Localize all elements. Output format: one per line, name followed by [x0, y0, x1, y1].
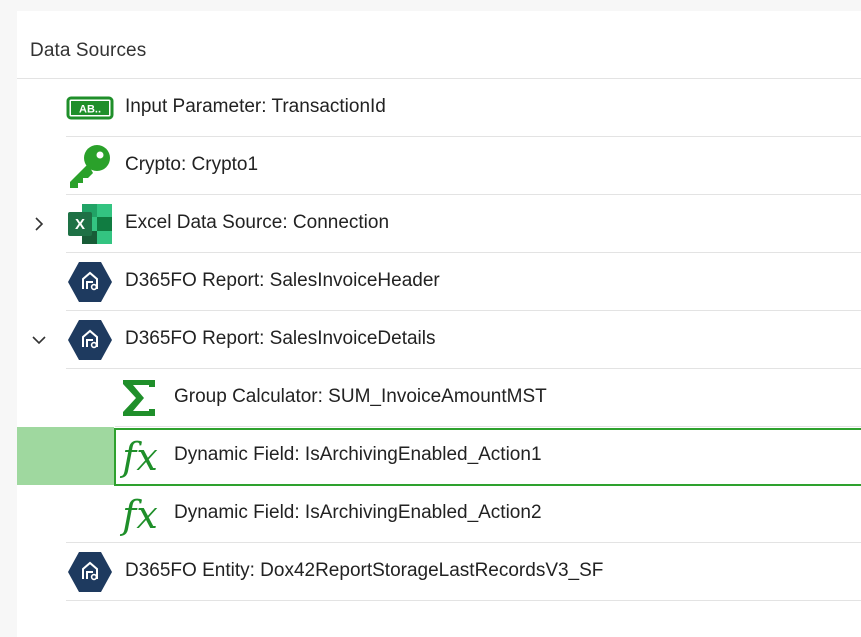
tree-item-label: Input Parameter: TransactionId [125, 96, 386, 117]
d365-report-icon [66, 258, 114, 306]
text-parameter-icon: AB.. [66, 84, 114, 132]
function-icon: fx [116, 432, 164, 480]
function-icon-text: fx [119, 493, 158, 537]
tree-item-label: Excel Data Source: Connection [125, 212, 390, 233]
key-icon [66, 142, 114, 190]
tree-item-label: D365FO Report: SalesInvoiceHeader [125, 270, 440, 291]
tree-item-group-calculator[interactable]: Group Calculator: SUM_InvoiceAmountMST [17, 369, 861, 427]
sigma-icon [115, 374, 163, 422]
tree-item-label: Dynamic Field: IsArchivingEnabled_Action… [174, 444, 542, 465]
tree-item-dynamic-field-action1[interactable]: fx Dynamic Field: IsArchivingEnabled_Act… [17, 427, 861, 486]
parameter-icon-text: AB.. [79, 104, 101, 116]
row-divider [66, 600, 861, 601]
tree-item-label: Group Calculator: SUM_InvoiceAmountMST [174, 386, 547, 407]
tree-item-label: Dynamic Field: IsArchivingEnabled_Action… [174, 502, 542, 523]
tree-item-input-parameter[interactable]: AB.. Input Parameter: TransactionId [17, 79, 861, 137]
tree-item-d365fo-entity[interactable]: D365FO Entity: Dox42ReportStorageLastRec… [17, 543, 861, 601]
tree-item-label: D365FO Report: SalesInvoiceDetails [125, 328, 436, 349]
tree-item-excel-data-source[interactable]: X Excel Data Source: Connection [17, 195, 861, 253]
chevron-down-icon[interactable] [31, 332, 47, 348]
tree-item-dynamic-field-action2[interactable]: fx Dynamic Field: IsArchivingEnabled_Act… [17, 485, 861, 543]
chevron-right-icon[interactable] [31, 216, 47, 232]
d365-report-icon [66, 316, 114, 364]
panel-header: Data Sources [17, 11, 861, 79]
selection-highlight [17, 427, 114, 485]
tree-item-sales-invoice-details[interactable]: D365FO Report: SalesInvoiceDetails [17, 311, 861, 369]
d365-entity-icon [66, 548, 114, 596]
tree-item-crypto[interactable]: Crypto: Crypto1 [17, 137, 861, 195]
data-sources-panel: Data Sources AB.. Input Parameter: Trans… [17, 11, 861, 637]
panel-title: Data Sources [30, 40, 147, 61]
excel-icon: X [66, 200, 114, 248]
function-icon: fx [116, 490, 164, 538]
tree-item-sales-invoice-header[interactable]: D365FO Report: SalesInvoiceHeader [17, 253, 861, 311]
tree-item-label: D365FO Entity: Dox42ReportStorageLastRec… [125, 560, 604, 581]
tree-item-label: Crypto: Crypto1 [125, 154, 259, 175]
excel-icon-text: X [75, 216, 85, 233]
function-icon-text: fx [119, 435, 158, 479]
